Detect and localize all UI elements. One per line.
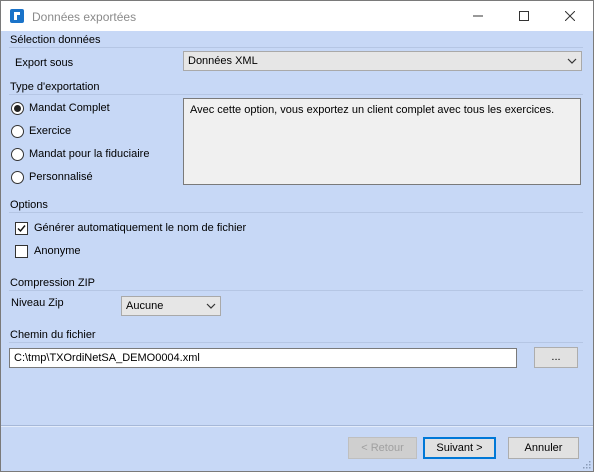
footer-divider-highlight xyxy=(1,426,593,427)
close-icon xyxy=(565,11,575,21)
section-divider xyxy=(9,47,583,48)
next-button[interactable]: Suivant > xyxy=(423,437,496,459)
close-button[interactable] xyxy=(547,1,593,31)
chevron-down-icon xyxy=(567,58,577,64)
export-type-description: Avec cette option, vous exportez un clie… xyxy=(183,98,581,185)
checkmark-icon xyxy=(17,225,26,233)
section-path-title: Chemin du fichier xyxy=(10,329,96,341)
export-dialog: Données exportées Sélection données Expo… xyxy=(0,0,594,472)
title-bar: Données exportées xyxy=(1,1,593,31)
radio-label-personnalise[interactable]: Personnalisé xyxy=(29,171,93,183)
radio-personnalise[interactable] xyxy=(11,171,24,184)
zip-level-select[interactable]: Aucune xyxy=(121,296,221,316)
section-divider xyxy=(9,212,583,213)
anonymous-label[interactable]: Anonyme xyxy=(34,245,80,257)
radio-label-mandat-fiduciaire[interactable]: Mandat pour la fiduciaire xyxy=(29,148,149,160)
export-format-value: Données XML xyxy=(188,55,258,67)
radio-label-exercice[interactable]: Exercice xyxy=(29,125,71,137)
radio-mandat-complet[interactable] xyxy=(11,102,24,115)
zip-level-value: Aucune xyxy=(126,300,164,312)
window-title: Données exportées xyxy=(32,10,137,24)
cancel-button[interactable]: Annuler xyxy=(508,437,579,459)
minimize-button[interactable] xyxy=(455,1,501,31)
chevron-down-icon xyxy=(206,303,216,309)
app-icon xyxy=(10,9,24,23)
zip-level-label: Niveau Zip xyxy=(11,297,64,309)
radio-label-mandat-complet[interactable]: Mandat Complet xyxy=(29,102,110,114)
maximize-icon xyxy=(519,11,529,21)
section-selection-title: Sélection données xyxy=(10,34,101,46)
section-options-title: Options xyxy=(10,199,48,211)
resize-grip-icon[interactable] xyxy=(581,459,591,469)
auto-filename-checkbox[interactable] xyxy=(15,222,28,235)
back-button[interactable]: < Retour xyxy=(348,437,417,459)
file-path-input[interactable]: C:\tmp\TXOrdiNetSA_DEMO0004.xml xyxy=(9,348,517,368)
auto-filename-label[interactable]: Générer automatiquement le nom de fichie… xyxy=(34,222,246,234)
anonymous-checkbox[interactable] xyxy=(15,245,28,258)
section-divider xyxy=(9,342,583,343)
section-divider xyxy=(9,290,583,291)
radio-selected-dot xyxy=(14,105,21,112)
maximize-button[interactable] xyxy=(501,1,547,31)
radio-exercice[interactable] xyxy=(11,125,24,138)
section-divider xyxy=(9,94,583,95)
radio-mandat-fiduciaire[interactable] xyxy=(11,148,24,161)
section-type-title: Type d'exportation xyxy=(10,81,100,93)
export-as-label: Export sous xyxy=(15,57,74,69)
export-format-select[interactable]: Données XML xyxy=(183,51,582,71)
minimize-icon xyxy=(473,15,483,17)
browse-button[interactable]: ... xyxy=(534,347,578,368)
section-zip-title: Compression ZIP xyxy=(10,277,95,289)
